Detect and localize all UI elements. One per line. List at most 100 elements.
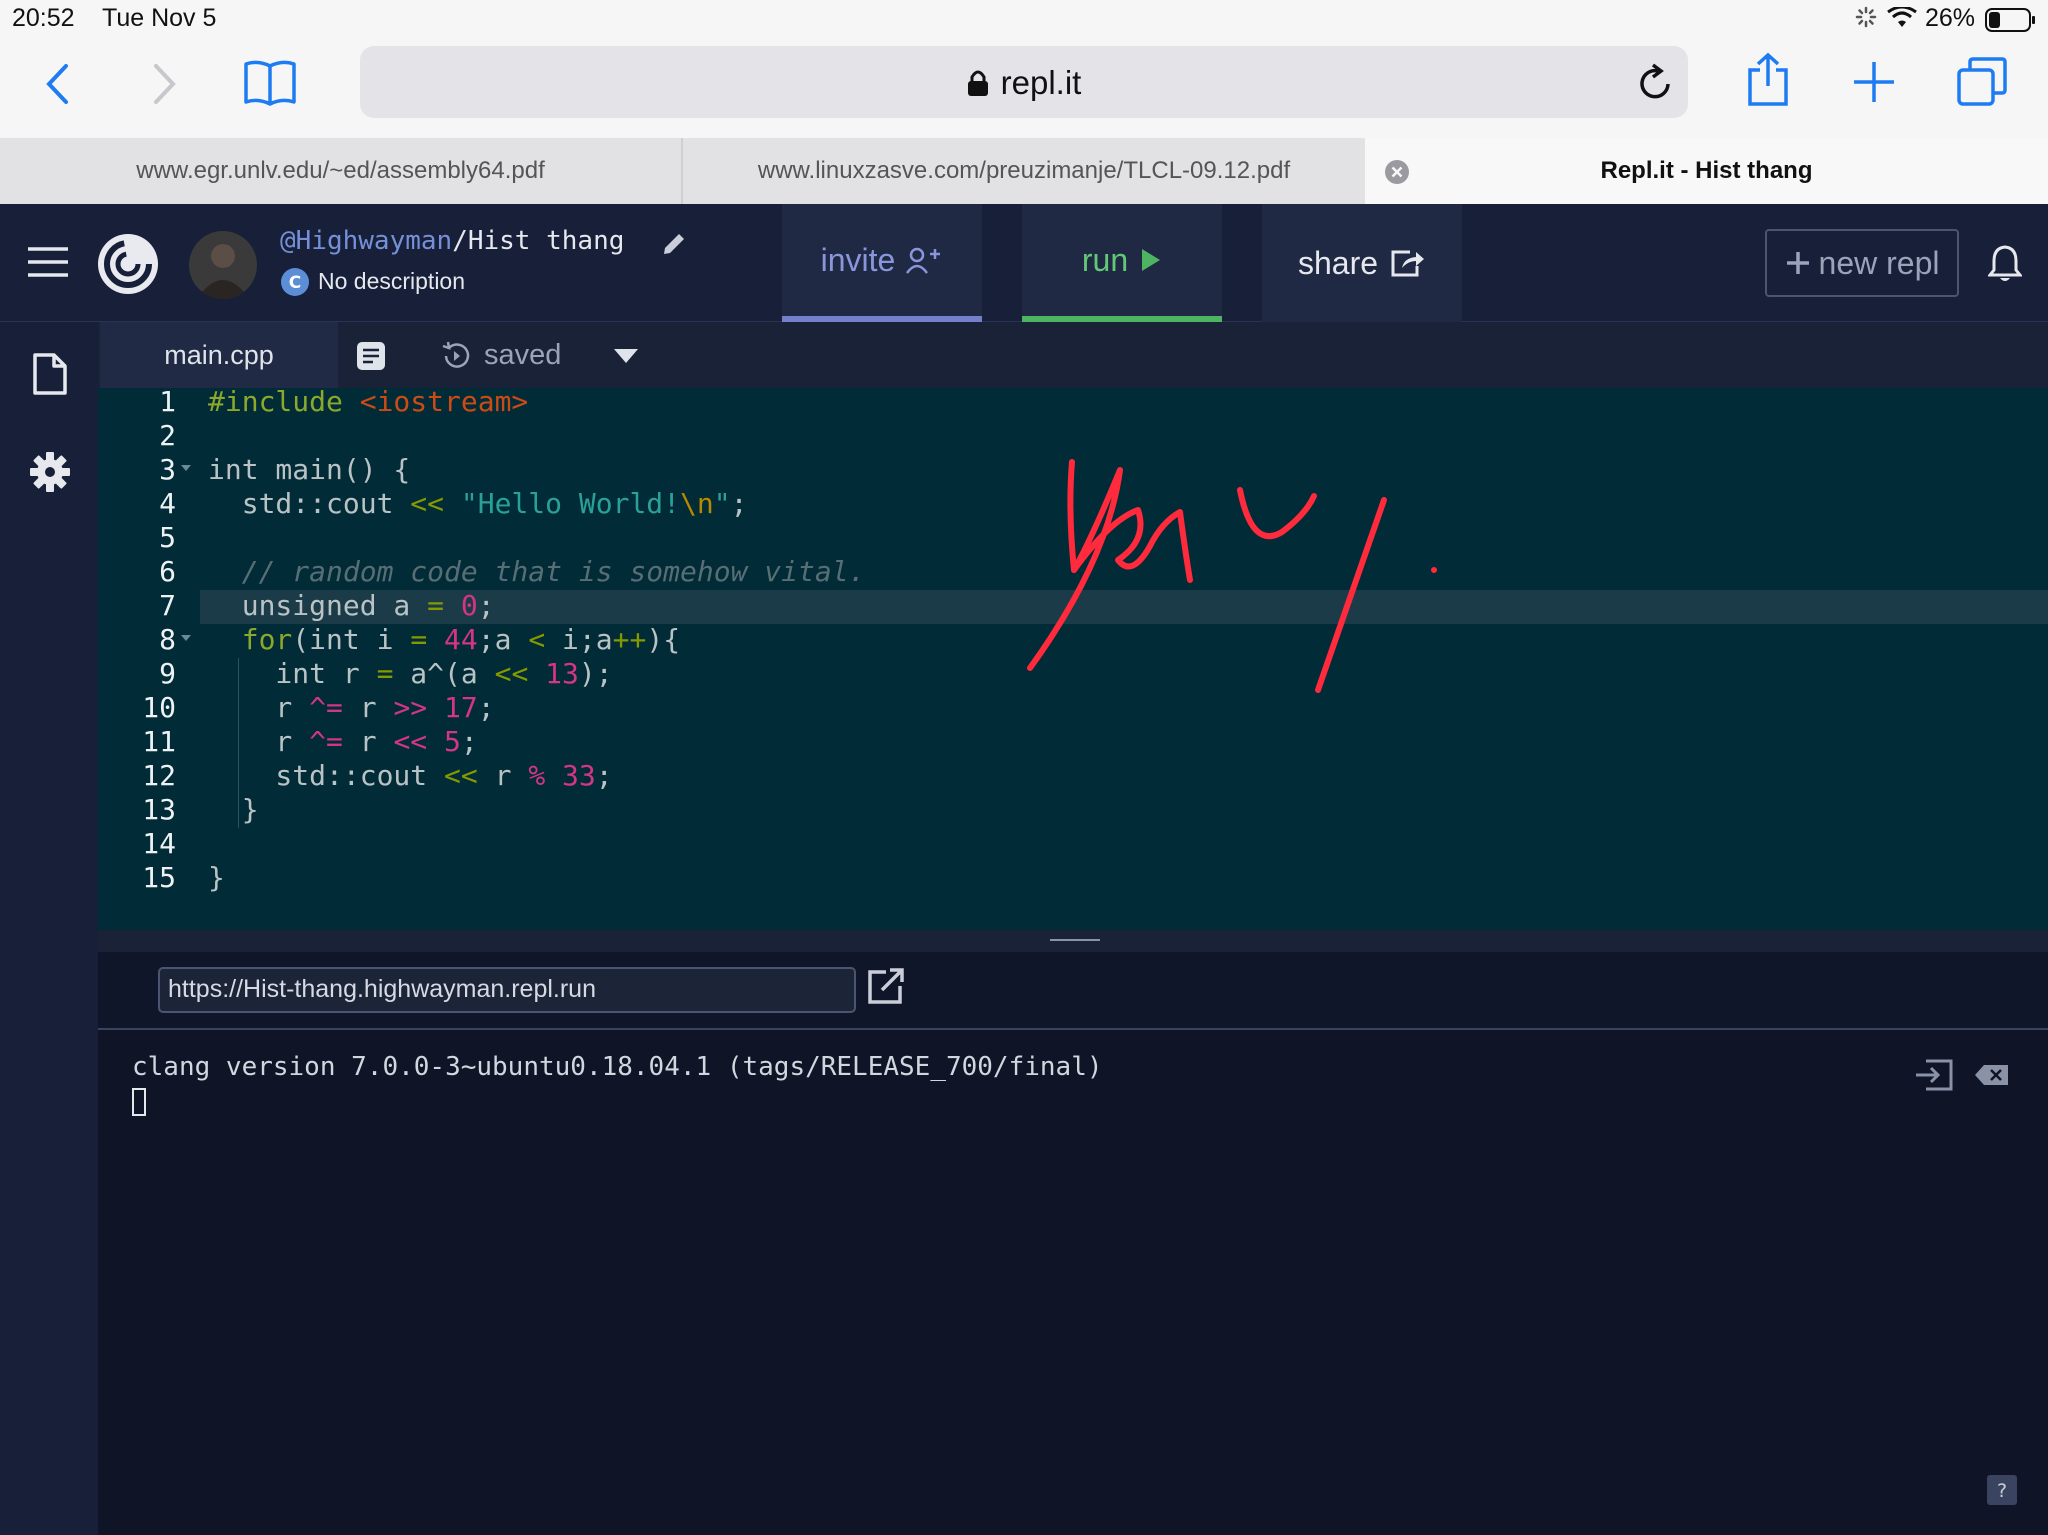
console-cursor	[132, 1088, 146, 1116]
code-token: int main() {	[208, 453, 411, 486]
code-token: ^=	[309, 691, 343, 724]
new-repl-button[interactable]: new repl	[1765, 229, 1959, 297]
console-input-icon[interactable]	[1914, 1058, 1954, 1092]
webview-url-field[interactable]: https://Hist-thang.highwayman.repl.run	[158, 967, 856, 1013]
share-label: share	[1297, 244, 1379, 281]
url-text: repl.it	[1000, 64, 1082, 101]
code-token: 13	[528, 657, 579, 690]
code-token: int r	[208, 657, 377, 690]
add-user-icon	[905, 245, 943, 275]
help-icon[interactable]: ?	[1986, 1474, 2018, 1506]
address-url: repl.it	[360, 64, 1688, 102]
code-token: r	[477, 759, 529, 792]
file-tab-main-cpp[interactable]: main.cpp	[100, 322, 338, 388]
fold-arrow-icon[interactable]	[180, 633, 192, 643]
code-token: );	[578, 657, 613, 690]
plus-icon	[1785, 250, 1811, 276]
settings-gear-icon[interactable]	[28, 450, 72, 494]
browser-tab-bar: www.egr.unlv.edu/~ed/assembly64.pdf www.…	[0, 138, 2048, 204]
battery-percent: 26%	[1925, 4, 1976, 32]
code-token: <<	[444, 759, 478, 792]
code-token: 0	[444, 589, 478, 622]
format-code-icon[interactable]	[356, 341, 386, 371]
status-bar: 20:52 Tue Nov 5 26%	[0, 0, 2048, 38]
code-token: \n	[680, 487, 714, 520]
chevron-down-icon[interactable]	[612, 347, 640, 365]
reload-icon[interactable]	[1638, 62, 1674, 102]
activity-icon	[1855, 6, 1877, 28]
edit-pencil-icon[interactable]	[660, 230, 688, 258]
line-number: 7	[159, 589, 176, 622]
code-token: // random code that is somehow vital.	[208, 555, 866, 588]
code-token: for	[208, 623, 293, 656]
address-bar[interactable]: repl.it	[360, 46, 1688, 118]
line-number: 10	[142, 691, 176, 724]
code-token: <<	[494, 657, 529, 690]
run-button[interactable]: run	[1022, 204, 1222, 322]
share-sheet-icon[interactable]	[1746, 52, 1790, 108]
tabs-overview-icon[interactable]	[1956, 56, 2008, 108]
fold-arrow-icon[interactable]	[180, 463, 192, 473]
repl-name[interactable]: Hist thang	[468, 226, 625, 256]
code-token: ){	[646, 623, 681, 656]
console-pane[interactable]	[98, 1030, 2048, 1535]
code-line: // random code that is somehow vital.	[208, 555, 866, 588]
open-external-icon[interactable]	[866, 966, 906, 1006]
browser-tab-assembly64[interactable]: www.egr.unlv.edu/~ed/assembly64.pdf	[0, 138, 683, 204]
code-token: "Hello World!	[444, 487, 681, 520]
code-line: }	[208, 861, 225, 894]
back-icon[interactable]	[44, 62, 70, 106]
forward-icon[interactable]	[152, 62, 178, 106]
code-token: }	[208, 861, 225, 894]
file-tab-label: main.cpp	[164, 339, 274, 370]
pane-splitter[interactable]	[98, 930, 2048, 952]
history-icon[interactable]	[440, 340, 472, 372]
code-line: unsigned a = 0;	[208, 589, 495, 622]
close-tab-icon[interactable]	[1384, 159, 1410, 185]
line-number: 13	[142, 793, 176, 826]
lock-icon	[967, 69, 989, 97]
new-tab-icon[interactable]	[1852, 60, 1896, 104]
code-token: =	[376, 657, 394, 690]
code-line: r ^= r >> 17;	[208, 691, 494, 724]
code-token: <<	[410, 487, 445, 520]
code-line: }	[208, 793, 259, 826]
line-number: 15	[142, 861, 176, 894]
clear-console-icon[interactable]	[1974, 1063, 2010, 1087]
notification-bell-icon[interactable]	[1988, 244, 2022, 284]
code-token: std::cout	[208, 487, 411, 520]
code-token: >>	[393, 691, 428, 724]
browser-tab-replit[interactable]: Repl.it - Hist thang	[1365, 138, 2048, 204]
hamburger-menu-icon[interactable]	[28, 246, 68, 278]
console-output: clang version 7.0.0-3~ubuntu0.18.04.1 (t…	[132, 1052, 1103, 1082]
code-token: =	[410, 623, 428, 656]
code-token: <iostream>	[359, 385, 529, 418]
code-token: }	[208, 793, 259, 826]
code-line: std::cout << r % 33;	[208, 759, 612, 792]
repl-description[interactable]: No description	[318, 268, 465, 295]
browser-tab-tlcl[interactable]: www.linuxzasve.com/preuzimanje/TLCL-09.1…	[683, 138, 1365, 204]
status-date: Tue Nov 5	[102, 4, 217, 32]
line-number: 4	[159, 487, 176, 520]
avatar[interactable]	[188, 230, 258, 300]
code-token: 33	[545, 759, 596, 792]
splitter-handle[interactable]	[1050, 939, 1100, 941]
code-token: ;	[477, 589, 495, 622]
file-tab-strip	[98, 322, 2048, 388]
code-line: for(int i = 44;a < i;a++){	[208, 623, 680, 656]
line-number: 6	[159, 555, 176, 588]
title-separator: /	[452, 226, 468, 256]
files-icon[interactable]	[32, 352, 68, 396]
code-token: r	[208, 725, 310, 758]
share-button[interactable]: share	[1262, 204, 1462, 322]
code-token: 5	[427, 725, 461, 758]
left-rail	[0, 322, 98, 1535]
line-number: 1	[159, 385, 176, 418]
repl-owner[interactable]: @Highwayman	[280, 226, 452, 256]
replit-logo-icon[interactable]	[96, 232, 160, 296]
line-number: 14	[142, 827, 176, 860]
play-icon	[1140, 247, 1162, 273]
bookmarks-icon[interactable]	[242, 58, 298, 108]
invite-button[interactable]: invite	[782, 204, 982, 322]
code-line: #include <iostream>	[208, 385, 528, 418]
